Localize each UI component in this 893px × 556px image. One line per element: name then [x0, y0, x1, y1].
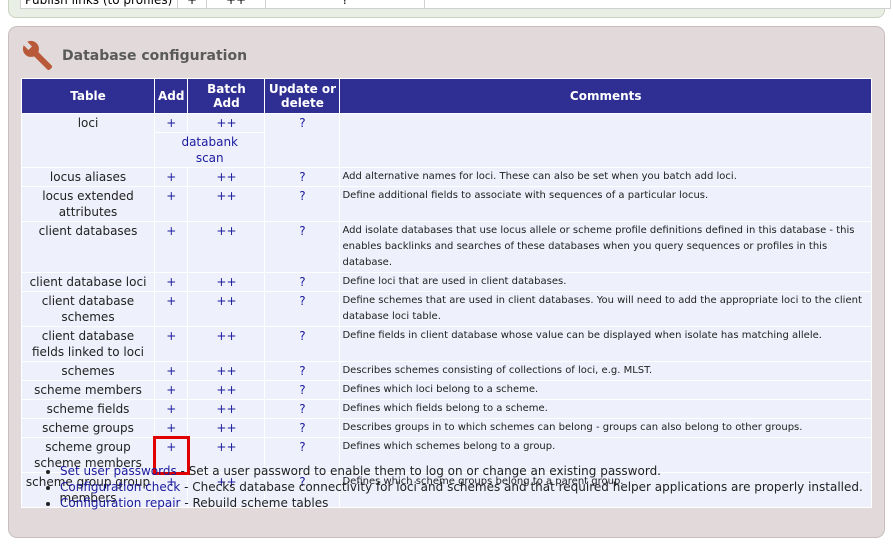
add-client-databases-link[interactable]: +	[166, 224, 176, 238]
row-client-databases-comment: Add isolate databases that use locus all…	[339, 221, 872, 273]
wrench-icon	[22, 40, 53, 71]
add-client-database-fields-link[interactable]: +	[166, 329, 176, 343]
row-scheme-members-comment: Defines which loci belong to a scheme.	[339, 380, 872, 400]
table-row: locus aliases + ++ ? Add alternative nam…	[21, 167, 872, 187]
add-scheme-groups-link[interactable]: +	[166, 421, 176, 435]
list-item: Configuration check - Checks database co…	[60, 479, 863, 495]
update-loci-link[interactable]: ?	[299, 116, 305, 130]
header-update-delete: Update or delete	[264, 78, 341, 114]
row-schemes-comment: Describes schemes consisting of collecti…	[339, 361, 872, 381]
update-locus-aliases-link[interactable]: ?	[299, 170, 305, 184]
row-schemes-name: schemes	[21, 361, 155, 381]
panel-title: Database configuration	[62, 48, 248, 64]
row-client-database-loci-name: client database loci	[21, 272, 155, 292]
add-loci-link[interactable]: +	[166, 116, 176, 130]
row-client-database-fields-comment: Define fields in client database whose v…	[339, 326, 872, 362]
row-locus-extended-attributes-name: locus extended attributes	[21, 186, 155, 222]
add-client-database-schemes-link[interactable]: +	[166, 294, 176, 308]
config-table: Table Add Batch Add Update or delete Comme…	[21, 78, 872, 508]
header-add: Add	[153, 78, 189, 114]
update-locus-extended-attributes-link[interactable]: ?	[299, 189, 305, 203]
update-schemes-link[interactable]: ?	[299, 364, 305, 378]
batch-add-scheme-fields-link[interactable]: ++	[216, 402, 236, 416]
list-item: Set user passwords - Set a user password…	[60, 463, 863, 479]
update-client-database-schemes-link[interactable]: ?	[299, 294, 305, 308]
previous-row-add[interactable]: +	[177, 0, 207, 9]
add-locus-extended-attributes-link[interactable]: +	[166, 189, 176, 203]
table-row: client database loci + ++ ? Define loci …	[21, 272, 872, 292]
batch-add-client-database-schemes-link[interactable]: ++	[216, 294, 236, 308]
add-scheme-group-scheme-members-link[interactable]: +	[166, 440, 176, 454]
configuration-check-link[interactable]: Configuration check	[60, 480, 180, 494]
add-client-database-loci-link[interactable]: +	[166, 275, 176, 289]
row-client-database-fields-name: client database fields linked to loci	[21, 326, 155, 362]
batch-add-scheme-groups-link[interactable]: ++	[216, 421, 236, 435]
update-client-databases-link[interactable]: ?	[299, 224, 305, 238]
add-locus-aliases-link[interactable]: +	[166, 170, 176, 184]
row-locus-aliases-name: locus aliases	[21, 167, 155, 187]
list-item: Configuration repair - Rebuild scheme ta…	[60, 495, 863, 511]
table-row: loci + ++ ?	[21, 113, 872, 168]
batch-add-scheme-group-scheme-members-link[interactable]: ++	[216, 440, 236, 454]
add-scheme-members-link[interactable]: +	[166, 383, 176, 397]
batch-add-schemes-link[interactable]: ++	[216, 364, 236, 378]
update-scheme-members-link[interactable]: ?	[299, 383, 305, 397]
update-scheme-group-scheme-members-link[interactable]: ?	[299, 440, 305, 454]
batch-add-locus-extended-attributes-link[interactable]: ++	[216, 189, 236, 203]
update-client-database-loci-link[interactable]: ?	[299, 275, 305, 289]
add-scheme-fields-link[interactable]: +	[166, 402, 176, 416]
row-loci-comment	[339, 113, 872, 168]
set-user-passwords-link[interactable]: Set user passwords	[60, 464, 177, 478]
table-row: client database fields linked to loci + …	[21, 326, 872, 362]
previous-section-table: Publish links (to profiles) + ++ ?	[20, 0, 891, 9]
row-client-database-loci-comment: Define loci that are used in client data…	[339, 272, 872, 292]
table-row: scheme fields + ++ ? Defines which field…	[21, 399, 872, 419]
row-scheme-members-name: scheme members	[21, 380, 155, 400]
row-scheme-groups-comment: Describes groups in to which schemes can…	[339, 418, 872, 438]
databank-scan-link[interactable]: databank scan	[181, 135, 238, 165]
table-row: locus extended attributes + ++ ? Define …	[21, 186, 872, 222]
header-batch-add: Batch Add	[187, 78, 266, 114]
configuration-repair-desc: - Rebuild scheme tables	[180, 496, 329, 510]
set-user-passwords-desc: - Set a user password to enable them to …	[176, 464, 661, 478]
header-table: Table	[21, 78, 155, 114]
row-scheme-fields-name: scheme fields	[21, 399, 155, 419]
configuration-repair-link[interactable]: Configuration repair	[60, 496, 181, 510]
batch-add-loci-link[interactable]: ++	[216, 116, 236, 130]
row-client-database-schemes-name: client database schemes	[21, 291, 155, 327]
row-scheme-fields-comment: Defines which fields belong to a scheme.	[339, 399, 872, 419]
row-scheme-groups-name: scheme groups	[21, 418, 155, 438]
previous-row-label: Publish links (to profiles)	[20, 0, 178, 9]
update-scheme-groups-link[interactable]: ?	[299, 421, 305, 435]
add-schemes-link[interactable]: +	[166, 364, 176, 378]
table-row: scheme groups + ++ ? Describes groups in…	[21, 418, 872, 438]
row-client-database-schemes-comment: Define schemes that are used in client d…	[339, 291, 872, 327]
batch-add-client-database-fields-link[interactable]: ++	[216, 329, 236, 343]
update-scheme-fields-link[interactable]: ?	[299, 402, 305, 416]
table-row: scheme members + ++ ? Defines which loci…	[21, 380, 872, 400]
row-locus-aliases-comment: Add alternative names for loci. These ca…	[339, 167, 872, 187]
batch-add-client-databases-link[interactable]: ++	[216, 224, 236, 238]
batch-add-scheme-members-link[interactable]: ++	[216, 383, 236, 397]
table-row: schemes + ++ ? Describes schemes consist…	[21, 361, 872, 381]
table-row: client database schemes + ++ ? Define sc…	[21, 291, 872, 327]
row-client-databases-name: client databases	[21, 221, 155, 273]
batch-add-locus-aliases-link[interactable]: ++	[216, 170, 236, 184]
previous-row-update[interactable]: ?	[265, 0, 425, 9]
update-client-database-fields-link[interactable]: ?	[299, 329, 305, 343]
configuration-check-desc: - Checks database connectivity for loci …	[180, 480, 863, 494]
row-loci-name: loci	[21, 113, 155, 168]
admin-links-list: Set user passwords - Set a user password…	[35, 463, 863, 511]
batch-add-client-database-loci-link[interactable]: ++	[216, 275, 236, 289]
header-comments: Comments	[339, 78, 872, 114]
table-header-row: Table Add Batch Add Update or delete Comme…	[21, 78, 872, 114]
previous-row-comment	[424, 0, 891, 9]
table-row: client databases + ++ ? Add isolate data…	[21, 221, 872, 273]
row-locus-extended-attributes-comment: Define additional fields to associate wi…	[339, 186, 872, 222]
previous-row-batch[interactable]: ++	[206, 0, 266, 9]
